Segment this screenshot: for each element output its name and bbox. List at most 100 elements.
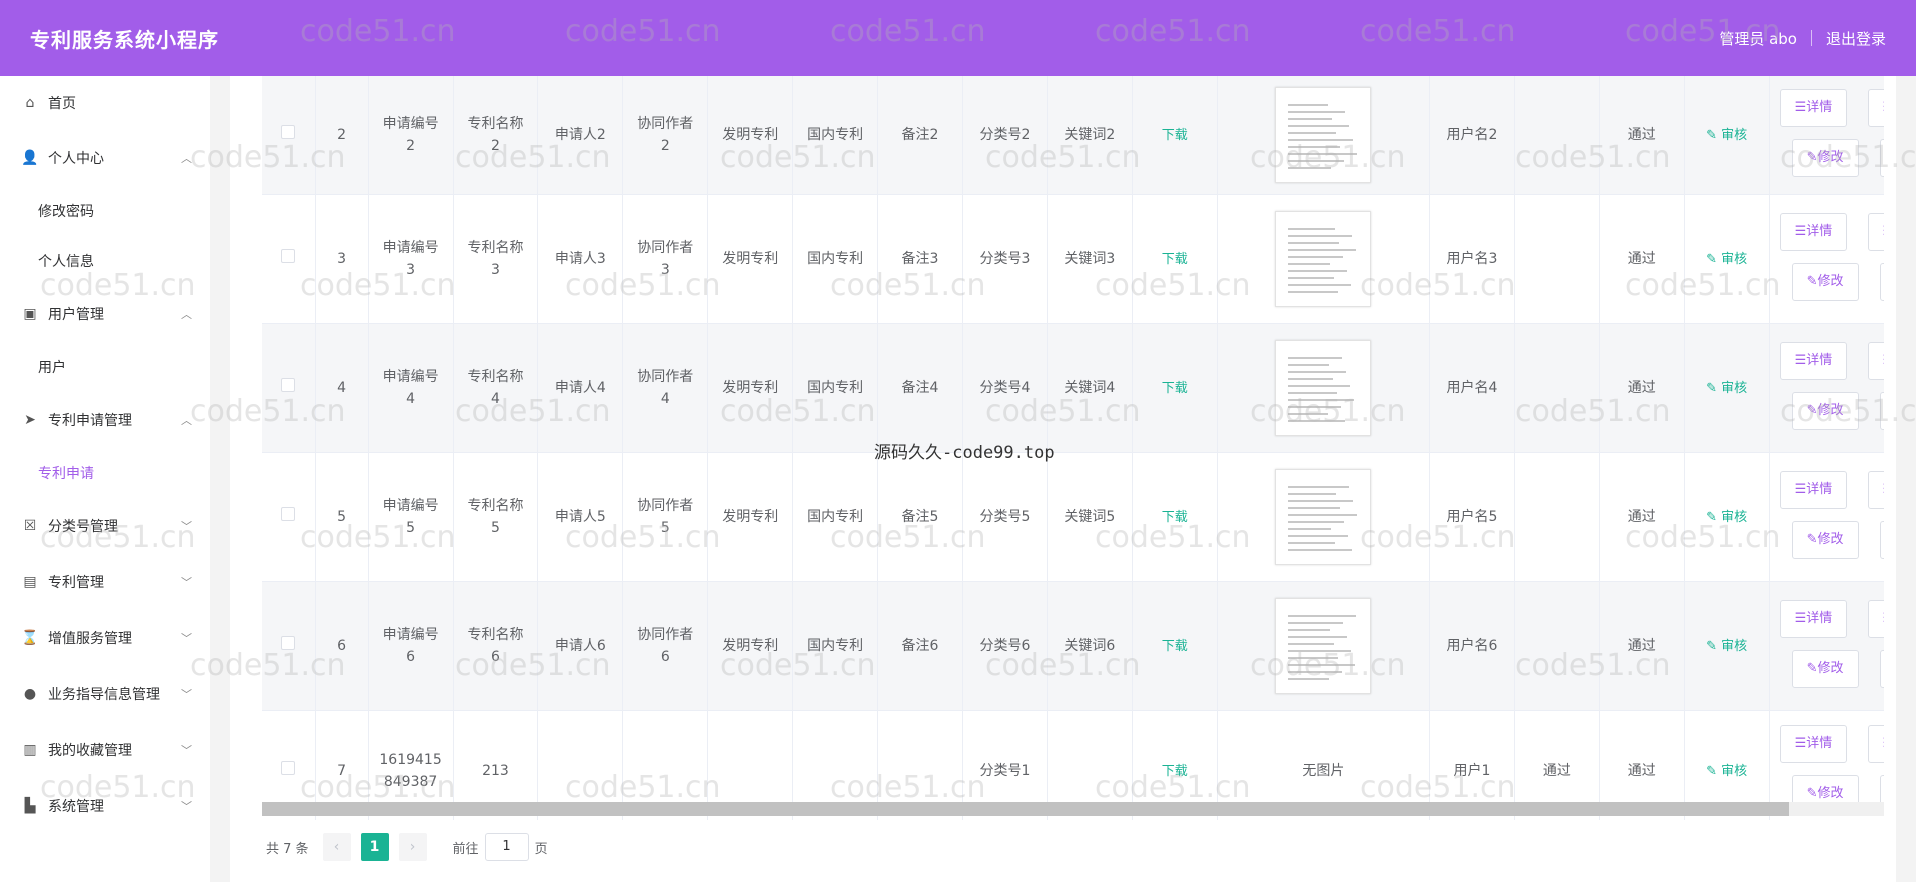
row-index: 4 [337, 380, 347, 396]
detail-button[interactable]: ☰ 详情 [1779, 600, 1848, 638]
sidebar-item-personal-info[interactable]: 个人信息 [0, 236, 210, 286]
download-link[interactable]: 下载 [1162, 252, 1188, 267]
patent-image-thumbnail[interactable] [1275, 87, 1372, 183]
download-link[interactable]: 下载 [1162, 510, 1188, 525]
region-cell: 国内专利 [807, 251, 864, 267]
patent-image-thumbnail[interactable] [1275, 211, 1372, 307]
button-label: 修改 [1817, 532, 1844, 547]
detail-button[interactable]: ☰ 详情 [1779, 342, 1848, 380]
remark-cell: 备注2 [901, 127, 939, 143]
sidebar-item-guidance-mgmt[interactable]: ● 业务指导信息管理 ﹀ [0, 666, 210, 722]
audit-link[interactable]: ✎ 审核 [1706, 764, 1747, 779]
logout-button[interactable]: 退出登录 [1826, 28, 1886, 49]
table-card: 2 申请编号 2 专利名称 2 申请人2 协同作者 2 发明专利 国内专利 备注2 分类号2 关键词2 下… [230, 76, 1896, 882]
cell-text: 协同作者 [637, 116, 694, 132]
row-checkbox[interactable] [281, 249, 296, 263]
detail-button[interactable]: ☰ 详情 [1779, 725, 1848, 763]
pass-button[interactable]: ☰ 通过 [1867, 600, 1884, 638]
sidebar-item-change-password[interactable]: 修改密码 [0, 186, 210, 236]
sidebar-item-label: 用户 [38, 360, 66, 376]
patent-image-thumbnail[interactable] [1275, 469, 1372, 565]
download-link[interactable]: 下载 [1162, 381, 1188, 396]
horizontal-scrollbar[interactable] [262, 802, 1884, 816]
edit-button[interactable]: ✎ 修改 [1791, 521, 1859, 559]
row-checkbox[interactable] [281, 636, 296, 650]
region-cell: 国内专利 [807, 509, 864, 525]
goto-page-input[interactable]: 1 [484, 833, 529, 861]
delete-button[interactable]: 🗑 删 [1879, 650, 1884, 688]
audit-label: 审核 [1721, 763, 1748, 779]
patent-image-thumbnail[interactable] [1275, 598, 1372, 694]
category-cell: 分类号5 [979, 509, 1031, 525]
chevron-up-icon: ︿ [181, 414, 192, 427]
status-cell: 通过 [1627, 509, 1656, 525]
edit-icon: ✎ [1706, 638, 1722, 654]
next-page-button[interactable]: › [398, 833, 427, 861]
sidebar-item-value-added-mgmt[interactable]: ⌛ 增值服务管理 ﹀ [0, 610, 210, 666]
sidebar-item-label: 专利申请管理 [48, 413, 132, 429]
sidebar-item-home[interactable]: ⌂ 首页 [0, 76, 210, 130]
cell-text: 申请编号 [382, 498, 439, 514]
sidebar-item-category-mgmt[interactable]: ☒ 分类号管理 ﹀ [0, 498, 210, 554]
pass-button[interactable]: ☰ 通过 [1867, 471, 1884, 509]
region-cell: 国内专利 [807, 127, 864, 143]
status-cell: 通过 [1627, 380, 1656, 396]
cell-text: 5 [660, 520, 670, 536]
download-link[interactable]: 下载 [1162, 639, 1188, 654]
edit-button[interactable]: ✎ 修改 [1791, 650, 1859, 688]
download-link[interactable]: 下载 [1162, 764, 1188, 779]
pass-button[interactable]: ☰ 通过 [1867, 213, 1884, 251]
detail-button[interactable]: ☰ 详情 [1779, 471, 1848, 509]
delete-button[interactable]: 🗑 删 [1879, 521, 1884, 559]
scrollbar-thumb[interactable] [262, 802, 1789, 816]
delete-button[interactable]: 🗑 删 [1879, 392, 1884, 430]
audit-link[interactable]: ✎ 审核 [1706, 128, 1747, 143]
pass-button[interactable]: ☰ 通过 [1867, 725, 1884, 763]
sidebar-item-user-mgmt[interactable]: ▣ 用户管理 ︿ [0, 286, 210, 342]
sidebar-item-patent-apply[interactable]: 专利申请 [0, 448, 210, 498]
delete-button[interactable]: 🗑 删 [1879, 139, 1884, 177]
audit-link[interactable]: ✎ 审核 [1706, 381, 1747, 396]
sidebar-item-system-mgmt[interactable]: ▙ 系统管理 ﹀ [0, 778, 210, 834]
chevron-down-icon: ﹀ [181, 576, 192, 589]
chevron-up-icon: ︿ [181, 308, 192, 321]
row-checkbox[interactable] [281, 507, 296, 521]
download-link[interactable]: 下载 [1162, 128, 1188, 143]
delete-button[interactable]: 🗑 删 [1879, 263, 1884, 301]
row-index: 3 [337, 251, 347, 267]
row-checkbox[interactable] [281, 761, 296, 775]
page-number-current[interactable]: 1 [360, 833, 389, 861]
edit-button[interactable]: ✎ 修改 [1791, 263, 1859, 301]
pass-button[interactable]: ☰ 通过 [1867, 89, 1884, 127]
category-cell: 分类号2 [979, 127, 1031, 143]
cell-text: 专利名称 [467, 498, 524, 514]
row-checkbox[interactable] [281, 125, 296, 139]
detail-button[interactable]: ☰ 详情 [1779, 213, 1848, 251]
detail-button[interactable]: ☰ 详情 [1779, 89, 1848, 127]
edit-button[interactable]: ✎ 修改 [1791, 139, 1859, 177]
row-checkbox[interactable] [281, 378, 296, 392]
table-row: 2 申请编号 2 专利名称 2 申请人2 协同作者 2 发明专利 国内专利 备注2 分类号2 关键词2 下… [262, 76, 1884, 195]
prev-page-button[interactable]: ‹ [322, 833, 351, 861]
sidebar-item-patent-apply-mgmt[interactable]: ➤ 专利申请管理 ︿ [0, 392, 210, 448]
username-cell: 用户名2 [1446, 127, 1498, 143]
audit-link[interactable]: ✎ 审核 [1706, 510, 1747, 525]
row-index: 6 [337, 638, 347, 654]
sidebar-item-label: 分类号管理 [48, 519, 118, 535]
factory-icon: ▙ [24, 798, 36, 814]
chevron-down-icon: ﹀ [181, 520, 192, 533]
patent-image-thumbnail[interactable] [1275, 340, 1372, 436]
audit-link[interactable]: ✎ 审核 [1706, 639, 1747, 654]
applicant-cell: 申请人4 [554, 380, 606, 396]
audit-link[interactable]: ✎ 审核 [1706, 252, 1747, 267]
sidebar-item-favorites-mgmt[interactable]: ▥ 我的收藏管理 ﹀ [0, 722, 210, 778]
app-title: 专利服务系统小程序 [30, 27, 219, 52]
button-label: 详情 [1806, 482, 1833, 497]
box-x-icon: ☒ [23, 518, 37, 534]
edit-button[interactable]: ✎ 修改 [1791, 392, 1859, 430]
pass-button[interactable]: ☰ 通过 [1867, 342, 1884, 380]
sidebar-item-personal-center[interactable]: 👤 个人中心 ︿ [0, 130, 210, 186]
sidebar-item-user[interactable]: 用户 [0, 342, 210, 392]
sidebar-item-patent-mgmt[interactable]: ▤ 专利管理 ﹀ [0, 554, 210, 610]
remark-cell: 备注3 [901, 251, 939, 267]
